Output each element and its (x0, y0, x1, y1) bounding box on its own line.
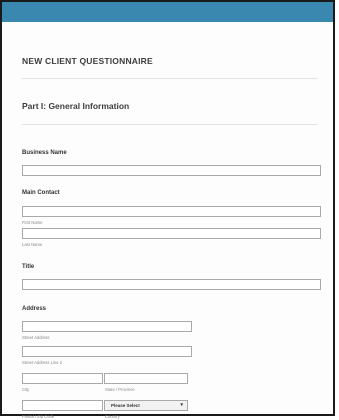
country-caption: Country (105, 414, 120, 419)
last-name-caption: Last Name (22, 242, 43, 247)
form-header-band (2, 2, 333, 22)
country-select[interactable]: Please Select ▾ (104, 400, 188, 411)
main-contact-label: Main Contact (22, 190, 60, 196)
country-select-value: Please Select (111, 403, 140, 408)
street-address-2-caption: Street Address Line 2 (22, 360, 63, 365)
business-name-label: Business Name (22, 150, 67, 156)
street-address-caption: Street Address (22, 335, 50, 340)
city-input[interactable] (22, 373, 103, 384)
form-title: NEW CLIENT QUESTIONNAIRE (22, 56, 153, 66)
last-name-input[interactable] (22, 228, 321, 239)
title-label: Title (22, 264, 35, 270)
postal-code-input[interactable] (22, 400, 103, 411)
state-input[interactable] (104, 373, 188, 384)
street-address-input[interactable] (22, 321, 192, 332)
postal-code-caption: Postal / Zip Code (22, 414, 55, 419)
title-input[interactable] (22, 279, 321, 290)
state-caption: State / Province (105, 387, 135, 392)
section-divider (22, 124, 318, 125)
title-divider (22, 78, 318, 79)
chevron-down-icon: ▾ (180, 402, 183, 408)
section-title: Part I: General Information (22, 101, 130, 111)
first-name-input[interactable] (22, 206, 321, 217)
business-name-input[interactable] (22, 165, 321, 176)
first-name-caption: First Name (22, 220, 43, 225)
street-address-2-input[interactable] (22, 346, 192, 357)
address-label: Address (22, 306, 47, 312)
city-caption: City (22, 387, 30, 392)
